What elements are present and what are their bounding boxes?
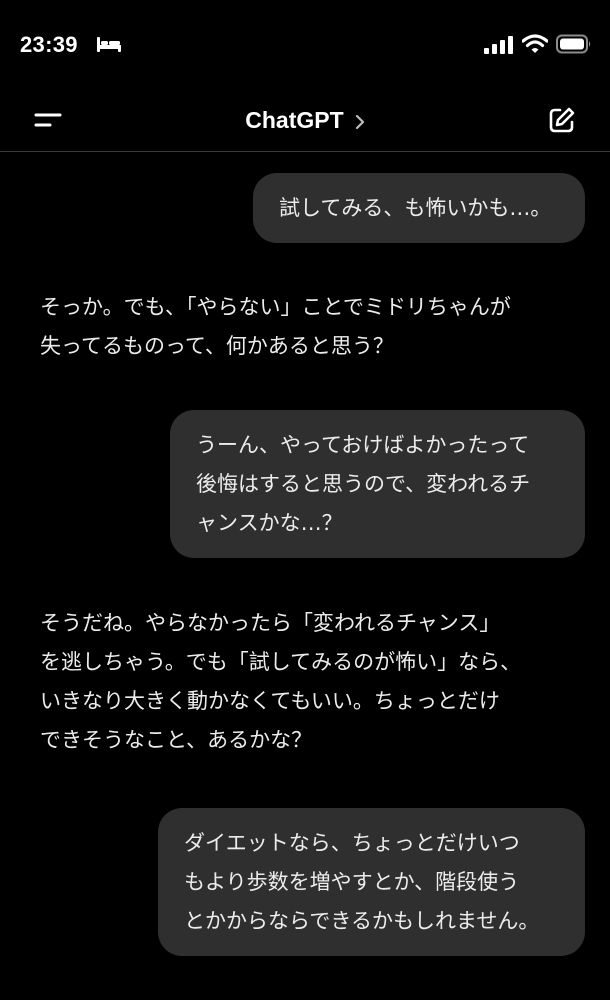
status-bar: 23:39 xyxy=(0,0,610,90)
wifi-icon xyxy=(522,34,548,53)
message-line: とかからならできるかもしれません。 xyxy=(184,909,540,933)
message-line: そうだね。やらなかったら「変われるチャンス」 xyxy=(40,611,501,635)
battery-icon xyxy=(556,34,591,54)
message-line: ダイエットなら、ちょっとだけいつ xyxy=(184,831,520,855)
user-message-bubble[interactable]: ダイエットなら、ちょっとだけいつ もより歩数を増やすとか、階段使う とかからなら… xyxy=(158,808,585,956)
new-chat-button[interactable] xyxy=(542,100,582,140)
model-selector-button[interactable]: ChatGPT xyxy=(205,100,405,140)
assistant-message: そっか。でも、「やらない」ことでミドリちゃんが 失ってるものって、何かあると思う… xyxy=(40,288,511,366)
assistant-message: そうだね。やらなかったら「変われるチャンス」 を逃しちゃう。でも「試してみるのが… xyxy=(40,604,521,760)
app-title: ChatGPT xyxy=(245,107,344,133)
message-line: できそうなこと、あるかな？ xyxy=(40,728,313,752)
chevron-right-icon xyxy=(355,114,364,129)
user-message-bubble[interactable]: 試してみる、も怖いかも…。 xyxy=(253,173,585,243)
cellular-signal-icon xyxy=(484,36,513,54)
message-line: そっか。でも、「やらない」ことでミドリちゃんが xyxy=(40,295,511,319)
message-line: いきなり大きく動かなくてもいい。ちょっとだけ xyxy=(40,689,500,713)
bed-icon xyxy=(97,37,121,52)
sidebar-menu-button[interactable] xyxy=(28,102,68,138)
menu-icon xyxy=(34,113,62,127)
message-line: ャンスかな…？ xyxy=(196,511,343,535)
message-line: を逃しちゃう。でも「試してみるのが怖い」なら、 xyxy=(40,650,522,674)
nav-header: ChatGPT xyxy=(0,90,610,152)
status-time: 23:39 xyxy=(20,32,78,57)
message-line: 後悔はすると思うので、変われるチ xyxy=(196,472,531,496)
message-line: 試してみる、も怖いかも…。 xyxy=(279,196,552,220)
chat-area: 試してみる、も怖いかも…。 そっか。でも、「やらない」ことでミドリちゃんが 失っ… xyxy=(0,152,610,1000)
message-line: 失ってるものって、何かあると思う？ xyxy=(40,334,394,358)
user-message-bubble[interactable]: うーん、やっておけばよかったって 後悔はすると思うので、変われるチ ャンスかな…… xyxy=(170,410,585,558)
new-chat-icon xyxy=(549,107,575,133)
message-line: もより歩数を増やすとか、階段使う xyxy=(184,870,520,894)
message-line: うーん、やっておけばよかったって xyxy=(196,433,530,457)
